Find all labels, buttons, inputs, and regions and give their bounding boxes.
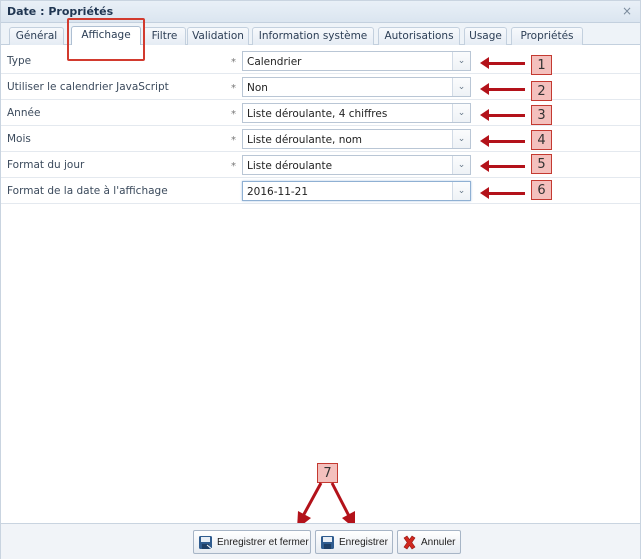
select-value: Liste déroulante, 4 chiffres [247,108,388,120]
select-value: Liste déroulante [247,160,333,172]
select-value: Non [247,82,268,94]
close-icon[interactable]: × [620,4,634,18]
required-marker: * [231,57,236,68]
field-label: Format du jour [7,159,85,171]
dialog-titlebar: Date : Propriétés × [1,1,640,23]
chevron-down-icon[interactable]: ⌄ [452,78,470,96]
type-select[interactable]: Calendrier ⌄ [242,51,471,71]
save-close-icon [199,536,213,550]
chevron-down-icon[interactable]: ⌄ [452,104,470,122]
dialog-title: Date : Propriétés [7,5,114,18]
display-date-format-select[interactable]: 2016-11-21 ⌄ [242,181,471,201]
tab-information-systeme[interactable]: Information système [252,27,374,45]
tab-usage[interactable]: Usage [464,27,507,45]
cancel-button[interactable]: Annuler [397,530,461,554]
chevron-down-icon[interactable]: ⌄ [452,182,470,200]
field-label: Format de la date à l'affichage [7,185,168,197]
dialog-footer: Enregistrer et fermer Enregistrer Annule… [1,523,640,559]
callout-5: 5 [531,154,552,174]
tab-bar: Général Affichage Filtre Validation Info… [1,23,640,45]
field-label: Mois [7,133,31,145]
tab-general[interactable]: Général [9,27,64,45]
field-label: Type [7,55,32,67]
tab-affichage[interactable]: Affichage [71,26,141,45]
month-select[interactable]: Liste déroulante, nom ⌄ [242,129,471,149]
annotation-arrow [480,135,525,147]
callout-2: 2 [531,81,552,101]
annotation-arrow [480,83,525,95]
required-marker: * [231,83,236,94]
annotation-arrow [480,109,525,121]
save-icon [321,536,334,549]
save-and-close-button[interactable]: Enregistrer et fermer [193,530,311,554]
required-marker: * [231,135,236,146]
annotation-arrow [480,187,525,199]
required-marker: * [231,161,236,172]
chevron-down-icon[interactable]: ⌄ [452,130,470,148]
field-label: Année [7,107,41,119]
tab-filtre[interactable]: Filtre [143,27,186,45]
cancel-icon [403,535,416,550]
callout-3: 3 [531,105,552,125]
button-label: Enregistrer et fermer [217,537,309,548]
properties-dialog: Date : Propriétés × Général Affichage Fi… [0,0,641,559]
chevron-down-icon[interactable]: ⌄ [452,52,470,70]
callout-7: 7 [317,463,338,483]
callout-4: 4 [531,130,552,150]
required-marker: * [231,109,236,120]
select-value: Liste déroulante, nom [247,134,363,146]
annotation-arrow [480,57,525,69]
save-button[interactable]: Enregistrer [315,530,393,554]
callout-1: 1 [531,55,552,75]
select-value: 2016-11-21 [247,186,309,198]
year-select[interactable]: Liste déroulante, 4 chiffres ⌄ [242,103,471,123]
tab-validation[interactable]: Validation [187,27,249,45]
annotation-arrow [480,160,525,172]
callout-6: 6 [531,180,552,200]
button-label: Annuler [421,537,456,548]
javascript-calendar-select[interactable]: Non ⌄ [242,77,471,97]
tab-autorisations[interactable]: Autorisations [378,27,460,45]
field-label: Utiliser le calendrier JavaScript [7,81,169,93]
button-label: Enregistrer [339,537,388,548]
day-format-select[interactable]: Liste déroulante ⌄ [242,155,471,175]
tab-proprietes[interactable]: Propriétés [511,27,583,45]
select-value: Calendrier [247,56,302,68]
chevron-down-icon[interactable]: ⌄ [452,156,470,174]
